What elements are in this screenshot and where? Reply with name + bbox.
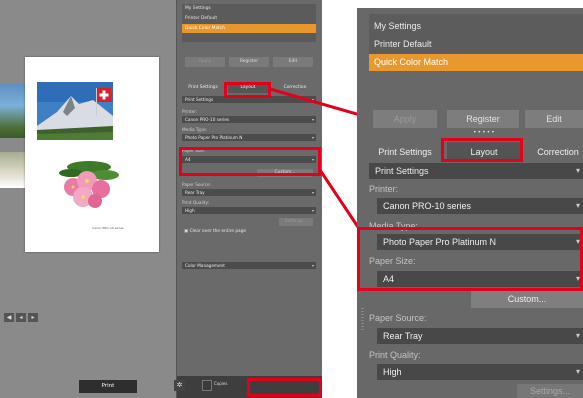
tab-correction[interactable]: Correction	[527, 142, 583, 162]
drag-handle: •••••	[473, 129, 496, 136]
register-button[interactable]: Register	[447, 110, 519, 128]
list-item-selected[interactable]: Quick Color Match	[369, 54, 583, 71]
edit-button[interactable]: Edit	[525, 110, 583, 128]
list-item[interactable]: My Settings	[369, 18, 583, 35]
highlight-paper-size-zoom	[357, 227, 583, 291]
print-quality-label: Print Quality:	[369, 350, 421, 360]
apply-button[interactable]: Apply	[373, 110, 437, 128]
printer-select[interactable]: Canon PRO-10 series	[377, 198, 583, 214]
printer-label: Printer:	[369, 184, 399, 194]
custom-button[interactable]: Custom...	[471, 291, 583, 308]
tab-print-settings[interactable]: Print Settings	[369, 142, 441, 162]
zoomed-settings-panel: My Settings Printer Default Quick Color …	[357, 8, 583, 398]
list-item[interactable]: Printer Default	[369, 36, 583, 53]
highlight-layout-tab-zoom	[441, 138, 523, 162]
stage: Canon PRO-10 series ◀ ◂ ▸ My Settings Pr…	[0, 0, 583, 398]
paper-source-select[interactable]: Rear Tray	[377, 328, 583, 344]
settings-button[interactable]: Settings...	[517, 384, 583, 398]
resize-grip[interactable]	[361, 308, 364, 330]
print-quality-select[interactable]: High	[377, 364, 583, 380]
paper-source-label: Paper Source:	[369, 313, 427, 323]
settings-list[interactable]: My Settings Printer Default Quick Color …	[369, 14, 583, 71]
print-settings-select[interactable]: Print Settings	[369, 163, 583, 179]
